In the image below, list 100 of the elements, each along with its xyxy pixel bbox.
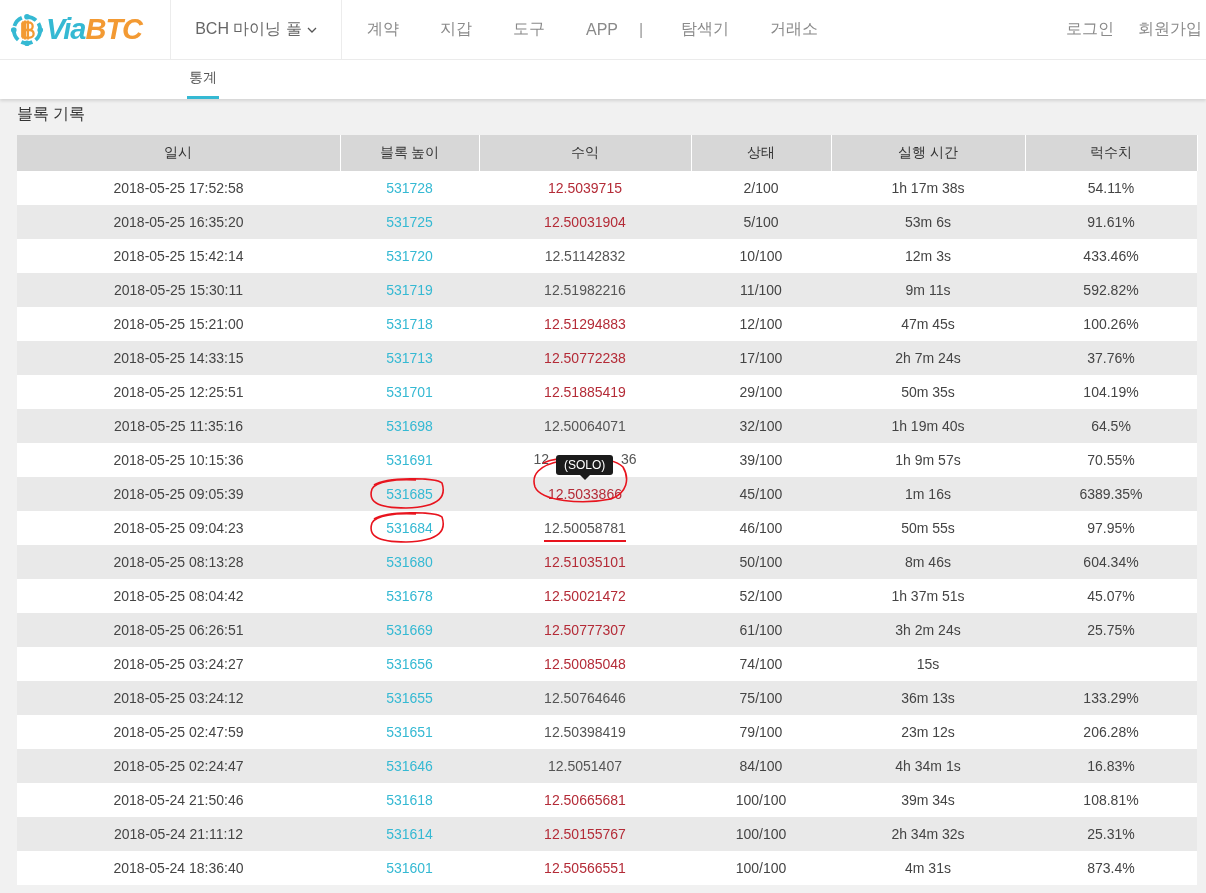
table-cell: 2018-05-25 03:24:27 [17, 647, 340, 681]
table-cell: 2/100 [691, 171, 831, 205]
table-cell: 61/100 [691, 613, 831, 647]
block-height-link[interactable]: 531684 [386, 520, 433, 536]
table-cell: 50m 55s [831, 511, 1025, 545]
column-header: 블록 높이 [340, 135, 479, 171]
table-cell: 50/100 [691, 545, 831, 579]
nav-link[interactable]: 도구 [493, 0, 566, 59]
account-link[interactable]: 회원가입 [1138, 19, 1202, 40]
nav-link[interactable]: 탐색기 [661, 0, 751, 59]
table-cell: 5/100 [691, 205, 831, 239]
reward-value-fragment: 36 [621, 451, 637, 469]
column-header: 일시 [17, 135, 340, 171]
table-cell: 2018-05-25 14:33:15 [17, 341, 340, 375]
caret-icon [306, 26, 317, 33]
table-cell: 70.55% [1025, 443, 1197, 477]
logo-text[interactable]: ViaBTC [46, 13, 143, 46]
block-height-link[interactable]: 531725 [386, 214, 433, 230]
table-cell: 37.76% [1025, 341, 1197, 375]
reward-value: 12.51982216 [544, 282, 626, 300]
table-cell: 84/100 [691, 749, 831, 783]
reward-value: 12.50155767 [544, 826, 626, 844]
sub-tab[interactable]: 통계 [187, 60, 219, 99]
block-height-link[interactable]: 531618 [386, 792, 433, 808]
table-cell: 2018-05-25 02:47:59 [17, 715, 340, 749]
table-cell: 12m 3s [831, 239, 1025, 273]
table-cell: 12/100 [691, 307, 831, 341]
block-height-link[interactable]: 531656 [386, 656, 433, 672]
nav-link[interactable]: 거래소 [750, 0, 840, 59]
table-cell: 2018-05-25 08:13:28 [17, 545, 340, 579]
table-cell: 1h 19m 40s [831, 409, 1025, 443]
block-height-link[interactable]: 531646 [386, 758, 433, 774]
block-height-link[interactable]: 531713 [386, 350, 433, 366]
reward-value: 12.51885419 [544, 384, 626, 402]
table-cell: 2018-05-25 11:35:16 [17, 409, 340, 443]
reward-value: 12.5039715 [548, 180, 622, 198]
nav-link[interactable]: 계약 [342, 0, 420, 59]
table-cell: 133.29% [1025, 681, 1197, 715]
reward-value: 12.50064071 [544, 418, 626, 436]
reward-value: 12.50777307 [544, 622, 626, 640]
block-height-link[interactable]: 531719 [386, 282, 433, 298]
reward-value: 12.50566551 [544, 860, 626, 878]
table-cell: 25.75% [1025, 613, 1197, 647]
reward-value-fragment: 12 [533, 451, 549, 469]
reward-value: 12.51142832 [544, 248, 626, 266]
reward-value: 12.51035101 [544, 554, 626, 572]
table-cell: 4h 34m 1s [831, 749, 1025, 783]
table-cell: 39/100 [691, 443, 831, 477]
nav-link[interactable]: APP [566, 0, 639, 59]
table-cell: 2h 7m 24s [831, 341, 1025, 375]
block-height-link[interactable]: 531720 [386, 248, 433, 264]
block-height-link[interactable]: 531678 [386, 588, 433, 604]
nav-link[interactable]: 지갑 [420, 0, 493, 59]
table-cell: 2018-05-25 09:04:23 [17, 511, 340, 545]
account-link[interactable]: 로그인 [1066, 19, 1114, 40]
table-cell: 104.19% [1025, 375, 1197, 409]
block-height-link[interactable]: 531614 [386, 826, 433, 842]
reward-value: 12.50085048 [544, 656, 626, 674]
table-cell: 100/100 [691, 851, 831, 885]
table-cell: 54.11% [1025, 171, 1197, 205]
table-cell: 9m 11s [831, 273, 1025, 307]
block-height-link[interactable]: 531718 [386, 316, 433, 332]
table-cell: 100/100 [691, 817, 831, 851]
table-cell: 100/100 [691, 783, 831, 817]
nav-dropdown[interactable]: BCH 마이닝 풀 [170, 0, 342, 59]
table-cell: 873.4% [1025, 851, 1197, 885]
block-height-link[interactable]: 531685 [386, 486, 433, 502]
table-cell: 592.82% [1025, 273, 1197, 307]
block-height-link[interactable]: 531655 [386, 690, 433, 706]
block-height-link[interactable]: 531691 [386, 452, 433, 468]
table-cell: 52/100 [691, 579, 831, 613]
table-cell: 25.31% [1025, 817, 1197, 851]
reward-value: 12.50772238 [544, 350, 626, 368]
table-cell: 1h 37m 51s [831, 579, 1025, 613]
table-cell: 91.61% [1025, 205, 1197, 239]
block-height-link[interactable]: 531701 [386, 384, 433, 400]
block-height-link[interactable]: 531728 [386, 180, 433, 196]
block-height-link[interactable]: 531669 [386, 622, 433, 638]
section-title: 블록 기록 [17, 104, 87, 124]
table-cell: 10/100 [691, 239, 831, 273]
table-cell: 2018-05-24 21:11:12 [17, 817, 340, 851]
reward-value: 12.50665681 [544, 792, 626, 810]
block-height-link[interactable]: 531601 [386, 860, 433, 876]
table-cell: 45/100 [691, 477, 831, 511]
table-cell: 1h 17m 38s [831, 171, 1025, 205]
block-height-link[interactable]: 531698 [386, 418, 433, 434]
table-cell: 15s [831, 647, 1025, 681]
table-cell: 2018-05-24 21:50:46 [17, 783, 340, 817]
column-header: 럭수치 [1025, 135, 1197, 171]
reward-value: 12.5051407 [548, 758, 622, 776]
table-cell: 75/100 [691, 681, 831, 715]
table-cell: 6389.35% [1025, 477, 1197, 511]
table-cell: 8m 46s [831, 545, 1025, 579]
block-height-link[interactable]: 531680 [386, 554, 433, 570]
table-cell: 2018-05-25 15:21:00 [17, 307, 340, 341]
table-cell: 47m 45s [831, 307, 1025, 341]
block-height-link[interactable]: 531651 [386, 724, 433, 740]
table-cell: 433.46% [1025, 239, 1197, 273]
nav-separator: | [639, 19, 645, 40]
table-cell: 36m 13s [831, 681, 1025, 715]
